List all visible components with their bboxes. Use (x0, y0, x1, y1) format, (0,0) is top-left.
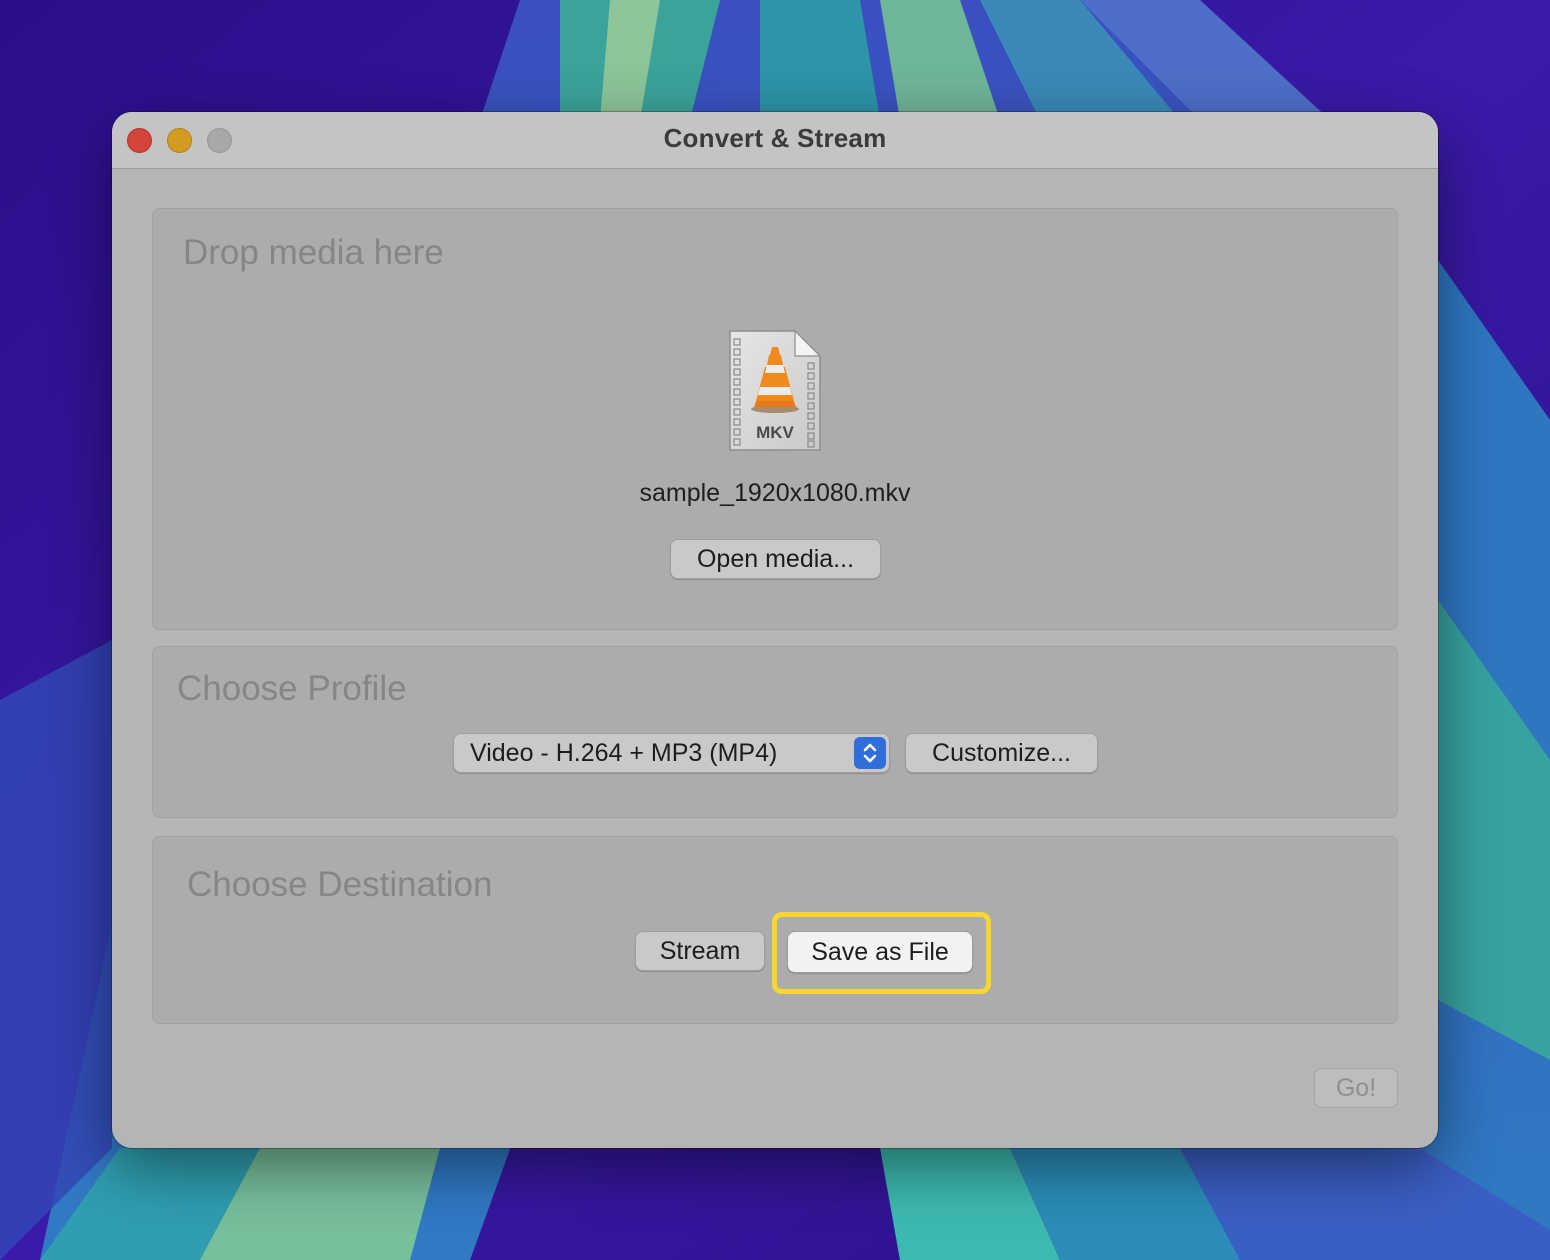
save-as-file-button[interactable]: Save as File (787, 931, 973, 973)
chevron-updown-icon (854, 737, 886, 769)
profile-select-value: Video - H.264 + MP3 (MP4) (470, 739, 778, 767)
file-type-badge: MKV (756, 423, 794, 442)
file-name: sample_1920x1080.mkv (639, 479, 911, 507)
drop-media-label: Drop media here (183, 233, 444, 272)
go-button[interactable]: Go! (1314, 1068, 1398, 1108)
open-media-button[interactable]: Open media... (670, 539, 881, 579)
customize-button[interactable]: Customize... (905, 733, 1098, 773)
convert-stream-window: Convert & Stream Drop media here MKV sam… (112, 112, 1438, 1148)
profile-select[interactable]: Video - H.264 + MP3 (MP4) (453, 733, 890, 773)
choose-profile-label: Choose Profile (177, 669, 407, 708)
title-bar[interactable]: Convert & Stream (112, 112, 1438, 169)
choose-destination-label: Choose Destination (187, 865, 493, 904)
vlc-mkv-file-icon: MKV (727, 329, 823, 453)
profile-panel: Choose Profile Video - H.264 + MP3 (MP4)… (152, 646, 1398, 818)
window-title: Convert & Stream (663, 123, 887, 153)
destination-panel: Choose Destination Stream Save as File (152, 836, 1398, 1024)
stream-button[interactable]: Stream (635, 931, 765, 971)
media-drop-zone[interactable]: Drop media here MKV sample_1920x1080.mkv… (152, 208, 1398, 630)
